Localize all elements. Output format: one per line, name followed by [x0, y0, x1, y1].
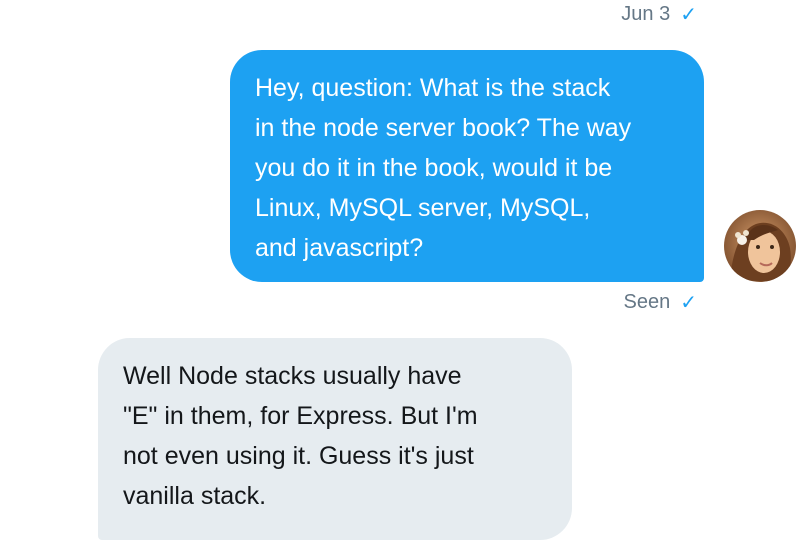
user-avatar-icon [724, 210, 796, 282]
message-date: Jun 3 [621, 3, 671, 25]
incoming-message-bubble[interactable]: Well Node stacks usually have "E" in the… [98, 338, 572, 540]
seen-status: Seen [623, 291, 671, 313]
message-date-row: Jun 3 ✓ [621, 3, 697, 26]
avatar[interactable] [724, 210, 796, 282]
outgoing-message-bubble[interactable]: Hey, question: What is the stack in the … [230, 50, 704, 282]
checkmark-icon: ✓ [680, 3, 697, 26]
seen-status-row: Seen ✓ [624, 291, 697, 314]
checkmark-icon: ✓ [680, 291, 697, 314]
